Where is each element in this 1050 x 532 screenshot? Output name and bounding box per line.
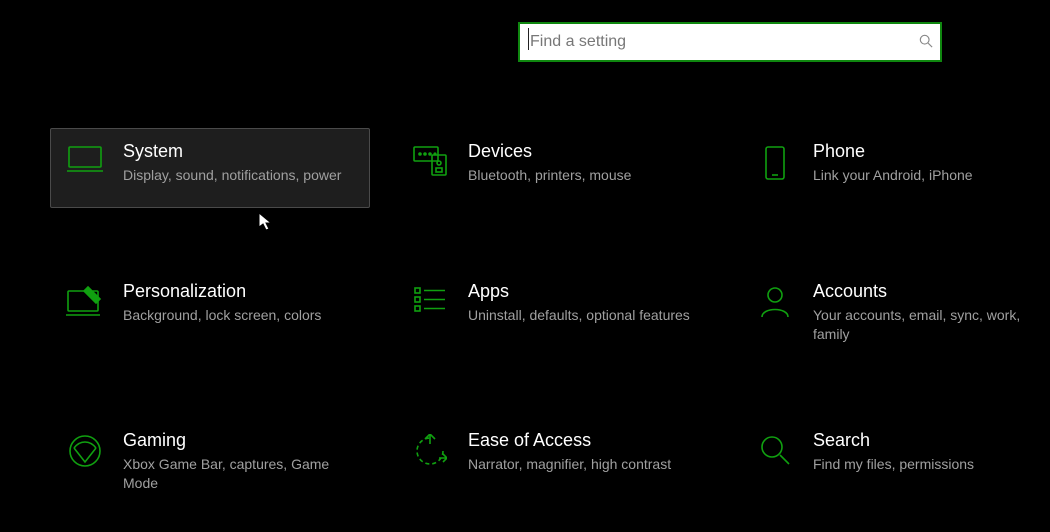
tile-desc: Display, sound, notifications, power	[123, 166, 341, 185]
tile-title: Search	[813, 430, 974, 451]
devices-icon	[406, 141, 454, 179]
tile-gaming[interactable]: Gaming Xbox Game Bar, captures, Game Mod…	[50, 417, 370, 506]
accounts-icon	[751, 281, 799, 319]
tile-phone[interactable]: Phone Link your Android, iPhone	[740, 128, 1050, 208]
search-input[interactable]	[520, 33, 912, 51]
tile-desc: Uninstall, defaults, optional features	[468, 306, 690, 325]
tile-title: Gaming	[123, 430, 355, 451]
tile-desc: Background, lock screen, colors	[123, 306, 321, 325]
tile-ease-of-access[interactable]: Ease of Access Narrator, magnifier, high…	[395, 417, 715, 506]
tile-title: Personalization	[123, 281, 321, 302]
tile-apps[interactable]: Apps Uninstall, defaults, optional featu…	[395, 268, 715, 357]
tile-accounts[interactable]: Accounts Your accounts, email, sync, wor…	[740, 268, 1050, 357]
tile-desc: Bluetooth, printers, mouse	[468, 166, 631, 185]
tile-system[interactable]: System Display, sound, notifications, po…	[50, 128, 370, 208]
tile-desc: Link your Android, iPhone	[813, 166, 973, 185]
tile-title: Devices	[468, 141, 631, 162]
search-icon	[912, 34, 940, 51]
tile-title: System	[123, 141, 341, 162]
tile-desc: Xbox Game Bar, captures, Game Mode	[123, 455, 355, 493]
tile-devices[interactable]: Devices Bluetooth, printers, mouse	[395, 128, 715, 208]
apps-icon	[406, 281, 454, 315]
ease-of-access-icon	[406, 430, 454, 468]
tile-title: Accounts	[813, 281, 1045, 302]
tile-title: Phone	[813, 141, 973, 162]
phone-icon	[751, 141, 799, 181]
search-tile-icon	[751, 430, 799, 466]
tile-search[interactable]: Search Find my files, permissions	[740, 417, 1050, 506]
personalization-icon	[61, 281, 109, 317]
tile-desc: Find my files, permissions	[813, 455, 974, 474]
tile-personalization[interactable]: Personalization Background, lock screen,…	[50, 268, 370, 357]
gaming-icon	[61, 430, 109, 468]
tile-title: Ease of Access	[468, 430, 671, 451]
system-icon	[61, 141, 109, 175]
text-caret	[528, 28, 529, 50]
tile-title: Apps	[468, 281, 690, 302]
settings-grid: System Display, sound, notifications, po…	[50, 128, 1030, 506]
tile-desc: Your accounts, email, sync, work, family	[813, 306, 1045, 344]
tile-desc: Narrator, magnifier, high contrast	[468, 455, 671, 474]
settings-search[interactable]	[518, 22, 942, 62]
